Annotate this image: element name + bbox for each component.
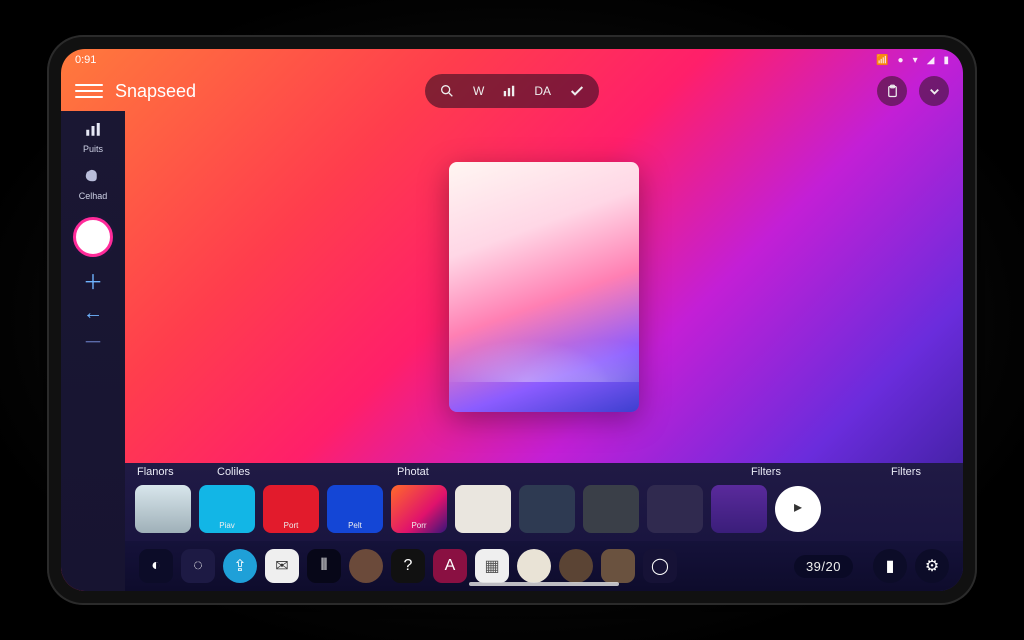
dock-mail[interactable]: ✉ (265, 549, 299, 583)
filter-thumb[interactable]: Porr (391, 485, 447, 533)
search-icon[interactable] (439, 83, 455, 99)
capture-button[interactable] (73, 217, 113, 257)
screen: 0:91 📶 ● ▾ ◢ ▮ Snapseed (61, 49, 963, 591)
thumbs-row: PiavPortPeltPorr ▸ (125, 478, 963, 541)
menu-button[interactable] (75, 78, 103, 104)
collapse-button[interactable] (919, 76, 949, 106)
back-button[interactable]: ← (83, 303, 103, 323)
dock-moon[interactable]: ◐ (139, 549, 173, 583)
chart-icon[interactable] (502, 84, 516, 98)
filter-thumb[interactable] (647, 485, 703, 533)
header-actions (877, 76, 949, 106)
sidebar-item-puits[interactable]: Puits (81, 117, 105, 154)
filter-thumb[interactable] (583, 485, 639, 533)
filter-thumb[interactable]: Piav (199, 485, 255, 533)
status-time: 0:91 (75, 54, 96, 66)
filter-thumb[interactable] (135, 485, 191, 533)
canvas-area: Flanors Coliles Photat Filters Filters P… (125, 111, 963, 591)
strip-label: Coliles (217, 466, 277, 478)
sidebar-item-label: Puits (83, 144, 103, 154)
dock-share[interactable]: ⇪ (223, 549, 257, 583)
dock-left: ◐◌⇪✉⦀?A▦ ◯ (139, 549, 677, 583)
dock-help[interactable]: ? (391, 549, 425, 583)
dock-pause[interactable]: ▮ (873, 549, 907, 583)
strip-label: Filters (751, 466, 811, 478)
dock-avatar3[interactable] (559, 549, 593, 583)
tablet-frame: 0:91 📶 ● ▾ ◢ ▮ Snapseed (47, 35, 977, 605)
dock-levels[interactable]: ⦀ (307, 549, 341, 583)
status-icons: 📶 ● ▾ ◢ ▮ (870, 54, 949, 66)
tool-pill: W DA (425, 74, 599, 108)
strip-label: Filters (891, 466, 951, 478)
battery-icon: ▮ (943, 55, 949, 66)
strip-label: Photat (397, 466, 457, 478)
dock-thumb[interactable] (601, 549, 635, 583)
pill-item[interactable]: W (473, 84, 484, 98)
filter-thumb[interactable] (519, 485, 575, 533)
dock-right: ▮⚙ (873, 549, 949, 583)
clipboard-button[interactable] (877, 76, 907, 106)
dock-app[interactable]: A (433, 549, 467, 583)
filter-thumb[interactable]: ▸ (775, 486, 821, 532)
stage: 0:91 📶 ● ▾ ◢ ▮ Snapseed (0, 0, 1024, 640)
app-header: Snapseed W DA (61, 71, 963, 111)
dock-target[interactable]: ◌ (181, 549, 215, 583)
filter-thumb[interactable]: Port (263, 485, 319, 533)
pill-item[interactable]: DA (534, 84, 551, 98)
check-icon[interactable] (569, 83, 585, 99)
filter-strip: Flanors Coliles Photat Filters Filters P… (125, 463, 963, 541)
status-icon: ● (898, 55, 904, 66)
dock-avatar1[interactable] (349, 549, 383, 583)
filter-thumb[interactable]: Pelt (327, 485, 383, 533)
bars-icon (81, 117, 105, 141)
filter-thumb[interactable] (711, 485, 767, 533)
status-bar: 0:91 📶 ● ▾ ◢ ▮ (61, 49, 963, 71)
status-icon: 📶 (876, 55, 888, 66)
app-title: Snapseed (115, 81, 196, 102)
home-indicator[interactable] (469, 582, 619, 586)
image-preview[interactable] (449, 162, 639, 412)
strip-labels: Flanors Coliles Photat Filters Filters (125, 463, 963, 478)
status-icon: ▾ (913, 55, 918, 66)
minus-button[interactable]: － (83, 333, 103, 353)
sidebar: Puits Celhad ＋ ← － (61, 111, 125, 591)
strip-label: Flanors (137, 466, 197, 478)
dock-avatar2[interactable] (517, 549, 551, 583)
blob-icon (81, 164, 105, 188)
sidebar-item-label: Celhad (79, 191, 108, 201)
sidebar-item-celhad[interactable]: Celhad (79, 164, 108, 201)
filter-thumb[interactable] (455, 485, 511, 533)
frame-counter: 39/20 (794, 555, 853, 578)
app-body: Puits Celhad ＋ ← － (61, 111, 963, 591)
add-button[interactable]: ＋ (83, 273, 103, 293)
status-icon: ◢ (927, 55, 935, 66)
dock-ring[interactable]: ◯ (643, 549, 677, 583)
canvas-main[interactable] (125, 111, 963, 463)
dock-gear[interactable]: ⚙ (915, 549, 949, 583)
dock-grid[interactable]: ▦ (475, 549, 509, 583)
